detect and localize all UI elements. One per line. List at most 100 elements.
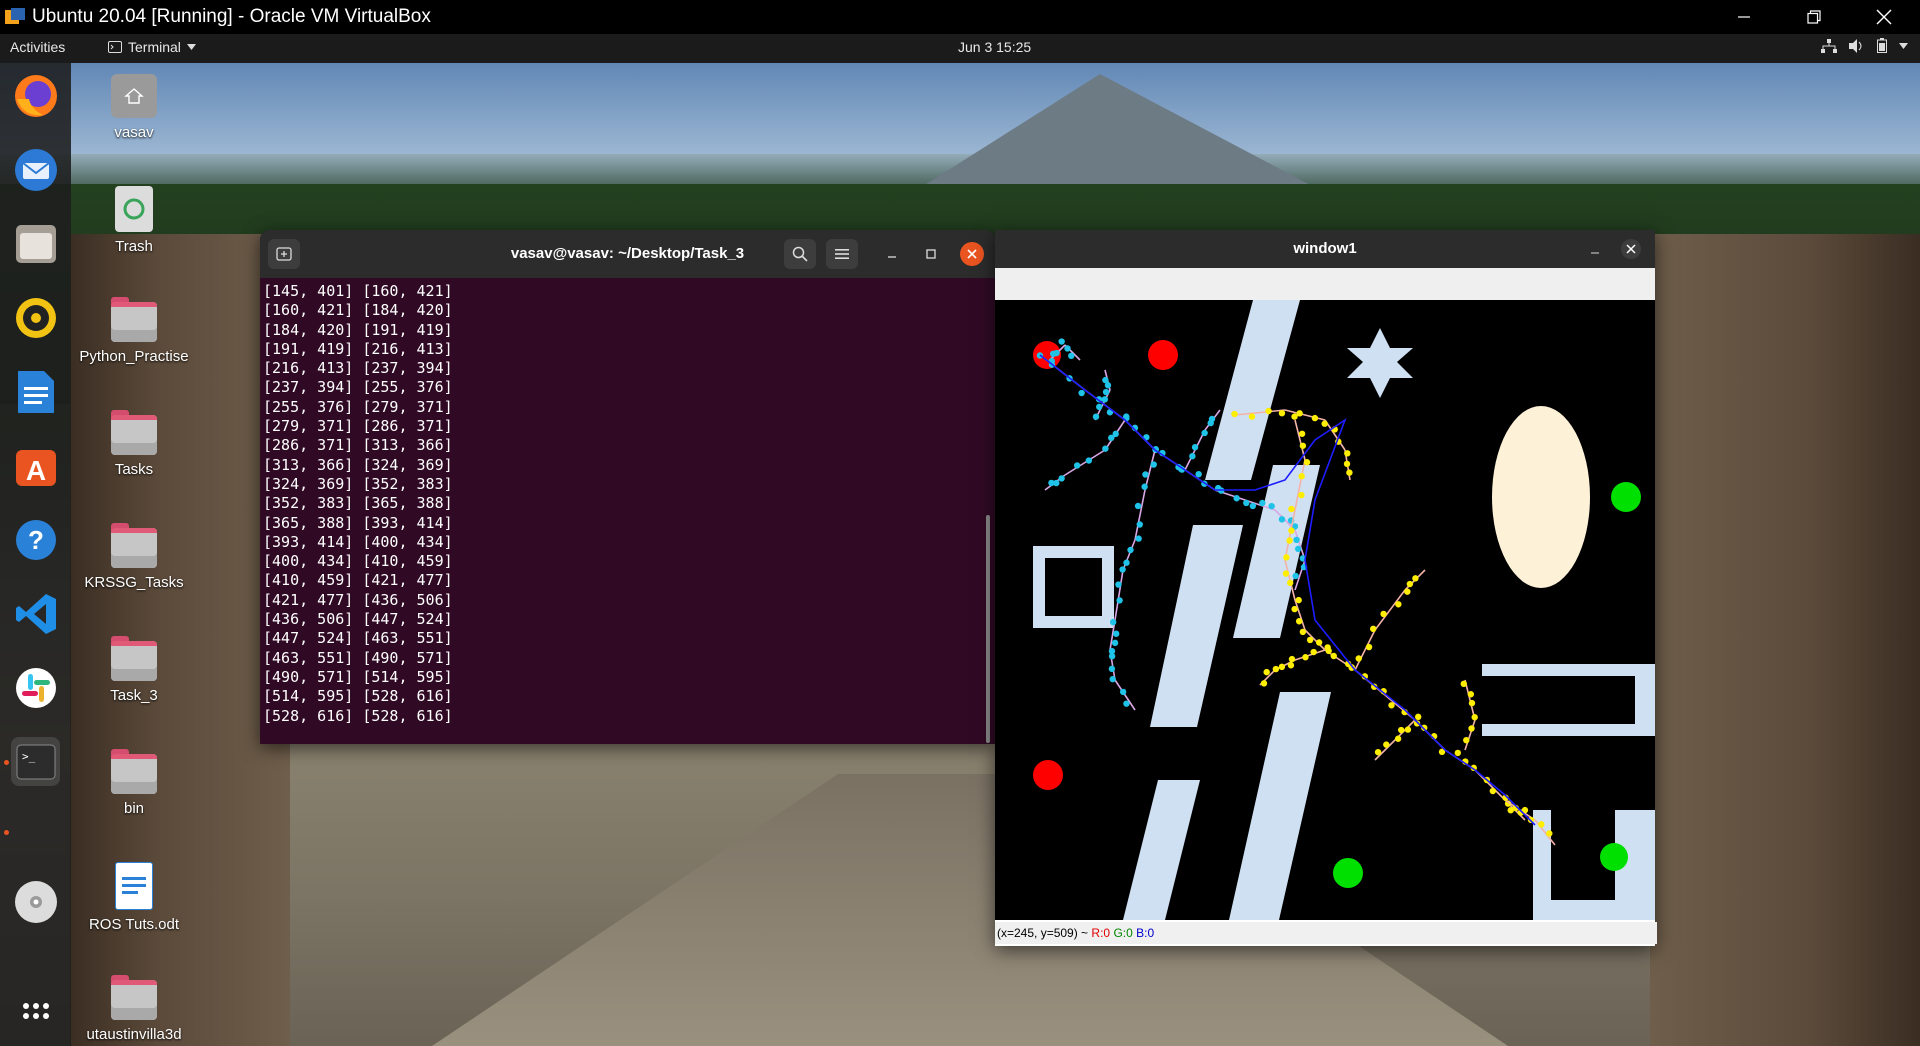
desktop-icon-trash[interactable]: Trash bbox=[74, 186, 194, 255]
terminal-line: [365, 388] [393, 414] bbox=[263, 513, 453, 532]
tree-node bbox=[1191, 444, 1199, 451]
running-indicator bbox=[4, 830, 9, 835]
search-button[interactable] bbox=[784, 239, 816, 269]
terminal-line: [421, 477] [436, 506] bbox=[263, 590, 453, 609]
window1-toolbar bbox=[995, 268, 1655, 300]
host-restore-button[interactable] bbox=[1786, 0, 1842, 34]
terminal-minimize-button[interactable] bbox=[880, 242, 904, 266]
tree-node bbox=[1116, 597, 1123, 604]
rrt-canvas[interactable] bbox=[995, 300, 1655, 920]
obstacle-u-right bbox=[1482, 664, 1655, 736]
terminal-icon[interactable]: >_ bbox=[11, 737, 60, 786]
thunderbird-icon[interactable] bbox=[11, 145, 60, 194]
tree-node bbox=[1249, 502, 1257, 510]
chevron-down-icon bbox=[1899, 42, 1908, 49]
desktop-icon-krssg-tasks[interactable]: KRSSG_Tasks bbox=[74, 523, 194, 591]
terminal-line: [352, 383] [365, 388] bbox=[263, 494, 453, 513]
tree-node bbox=[1489, 787, 1497, 795]
terminal-headerbar[interactable]: vasav@vasav: ~/Desktop/Task_3 bbox=[260, 230, 995, 278]
tree-node bbox=[1123, 559, 1130, 566]
tree-edge bbox=[1374, 589, 1406, 631]
help-icon[interactable]: ? bbox=[11, 515, 60, 564]
tree-node bbox=[1064, 345, 1071, 352]
show-apps-icon[interactable] bbox=[11, 991, 60, 1040]
tree-node bbox=[1286, 537, 1293, 544]
tree-node bbox=[1288, 527, 1295, 534]
tree-node bbox=[1272, 665, 1280, 673]
terminal-scrollbar[interactable] bbox=[986, 515, 990, 743]
desktop-icon-ros-tuts[interactable]: ROS Tuts.odt bbox=[74, 862, 194, 933]
start-marker bbox=[1033, 760, 1063, 790]
tree-node bbox=[1048, 479, 1055, 487]
tree-node bbox=[1123, 700, 1130, 707]
tree-node bbox=[1288, 655, 1296, 663]
tree-node bbox=[1397, 726, 1405, 734]
tree-node bbox=[1058, 475, 1065, 482]
window1-close-button[interactable] bbox=[1621, 239, 1641, 259]
svg-text:A: A bbox=[25, 455, 45, 486]
tree-node bbox=[1109, 675, 1116, 683]
tree-node bbox=[1101, 396, 1109, 403]
opencv-window[interactable]: window1 (x=245, y=509) ~ R:0 G:0 B:0 bbox=[995, 230, 1657, 946]
tree-node bbox=[1243, 499, 1250, 507]
desktop-icon-tasks[interactable]: Tasks bbox=[74, 410, 194, 478]
host-minimize-button[interactable] bbox=[1716, 0, 1772, 34]
maximize-icon bbox=[926, 249, 936, 259]
tree-node bbox=[1460, 680, 1467, 688]
app-menu[interactable]: Terminal bbox=[108, 39, 196, 55]
window1-headerbar[interactable]: window1 bbox=[995, 230, 1655, 268]
tree-node bbox=[1310, 648, 1317, 656]
tree-node bbox=[1330, 652, 1337, 660]
tree-node bbox=[1370, 625, 1377, 633]
libreoffice-writer-icon[interactable] bbox=[11, 367, 60, 416]
tree-node bbox=[1291, 605, 1298, 613]
tree-node bbox=[1278, 663, 1286, 671]
clock[interactable]: Jun 3 15:25 bbox=[958, 39, 1031, 55]
desktop-icon-home[interactable]: vasav bbox=[74, 74, 194, 141]
activities-button[interactable]: Activities bbox=[10, 39, 65, 55]
terminal-line: [255, 376] [279, 371] bbox=[263, 397, 453, 416]
start-marker bbox=[1148, 340, 1178, 370]
tree-node bbox=[1115, 581, 1122, 588]
terminal-maximize-button[interactable] bbox=[919, 242, 943, 266]
tree-node bbox=[1325, 647, 1332, 655]
dvd-icon[interactable] bbox=[11, 877, 60, 926]
slack-icon[interactable] bbox=[11, 663, 60, 712]
terminal-close-button[interactable] bbox=[960, 242, 984, 266]
terminal-line: [184, 420] [191, 419] bbox=[263, 320, 453, 339]
tree-node bbox=[1278, 409, 1286, 417]
desktop-icon-label: Tasks bbox=[114, 461, 154, 478]
desktop-icon-task-3[interactable]: Task_3 bbox=[74, 636, 194, 704]
tree-node bbox=[1231, 410, 1238, 418]
tree-node bbox=[1078, 389, 1085, 397]
window1-minimize-button[interactable] bbox=[1587, 242, 1603, 258]
obstacle-bar bbox=[1205, 300, 1300, 480]
tree-node bbox=[1468, 699, 1476, 707]
host-close-button[interactable] bbox=[1856, 0, 1912, 34]
tree-node bbox=[1142, 471, 1149, 478]
terminal-window[interactable]: vasav@vasav: ~/Desktop/Task_3 [145, 401]… bbox=[260, 230, 995, 744]
rrt-map bbox=[1033, 300, 1655, 920]
firefox-icon[interactable] bbox=[11, 71, 60, 120]
files-icon[interactable] bbox=[11, 219, 60, 268]
desktop-icon-python-practise[interactable]: Python_Practise bbox=[74, 297, 194, 365]
tree-node bbox=[1374, 748, 1382, 756]
chevron-down-icon bbox=[186, 44, 196, 50]
tree-node bbox=[1287, 662, 1295, 669]
vscode-icon[interactable] bbox=[11, 589, 60, 638]
terminal-output[interactable]: [145, 401] [160, 421] [160, 421] [184, 42… bbox=[263, 282, 963, 737]
software-icon[interactable]: A bbox=[11, 441, 60, 490]
desktop-icon-utaustinvilla3d[interactable]: utaustinvilla3d bbox=[74, 975, 194, 1043]
hamburger-icon bbox=[835, 249, 849, 259]
desktop-icon-bin[interactable]: bin bbox=[74, 749, 194, 817]
tree-edge bbox=[1294, 599, 1306, 631]
folder-icon bbox=[111, 636, 157, 681]
tree-node bbox=[1344, 450, 1351, 457]
system-tray[interactable] bbox=[1821, 38, 1908, 53]
terminal-line: [410, 459] [421, 477] bbox=[263, 571, 453, 590]
menu-button[interactable] bbox=[826, 239, 858, 269]
tree-node bbox=[1299, 442, 1307, 449]
virtualbox-icon bbox=[5, 8, 25, 24]
host-window-title: Ubuntu 20.04 [Running] - Oracle VM Virtu… bbox=[32, 6, 431, 27]
rhythmbox-icon[interactable] bbox=[11, 293, 60, 342]
